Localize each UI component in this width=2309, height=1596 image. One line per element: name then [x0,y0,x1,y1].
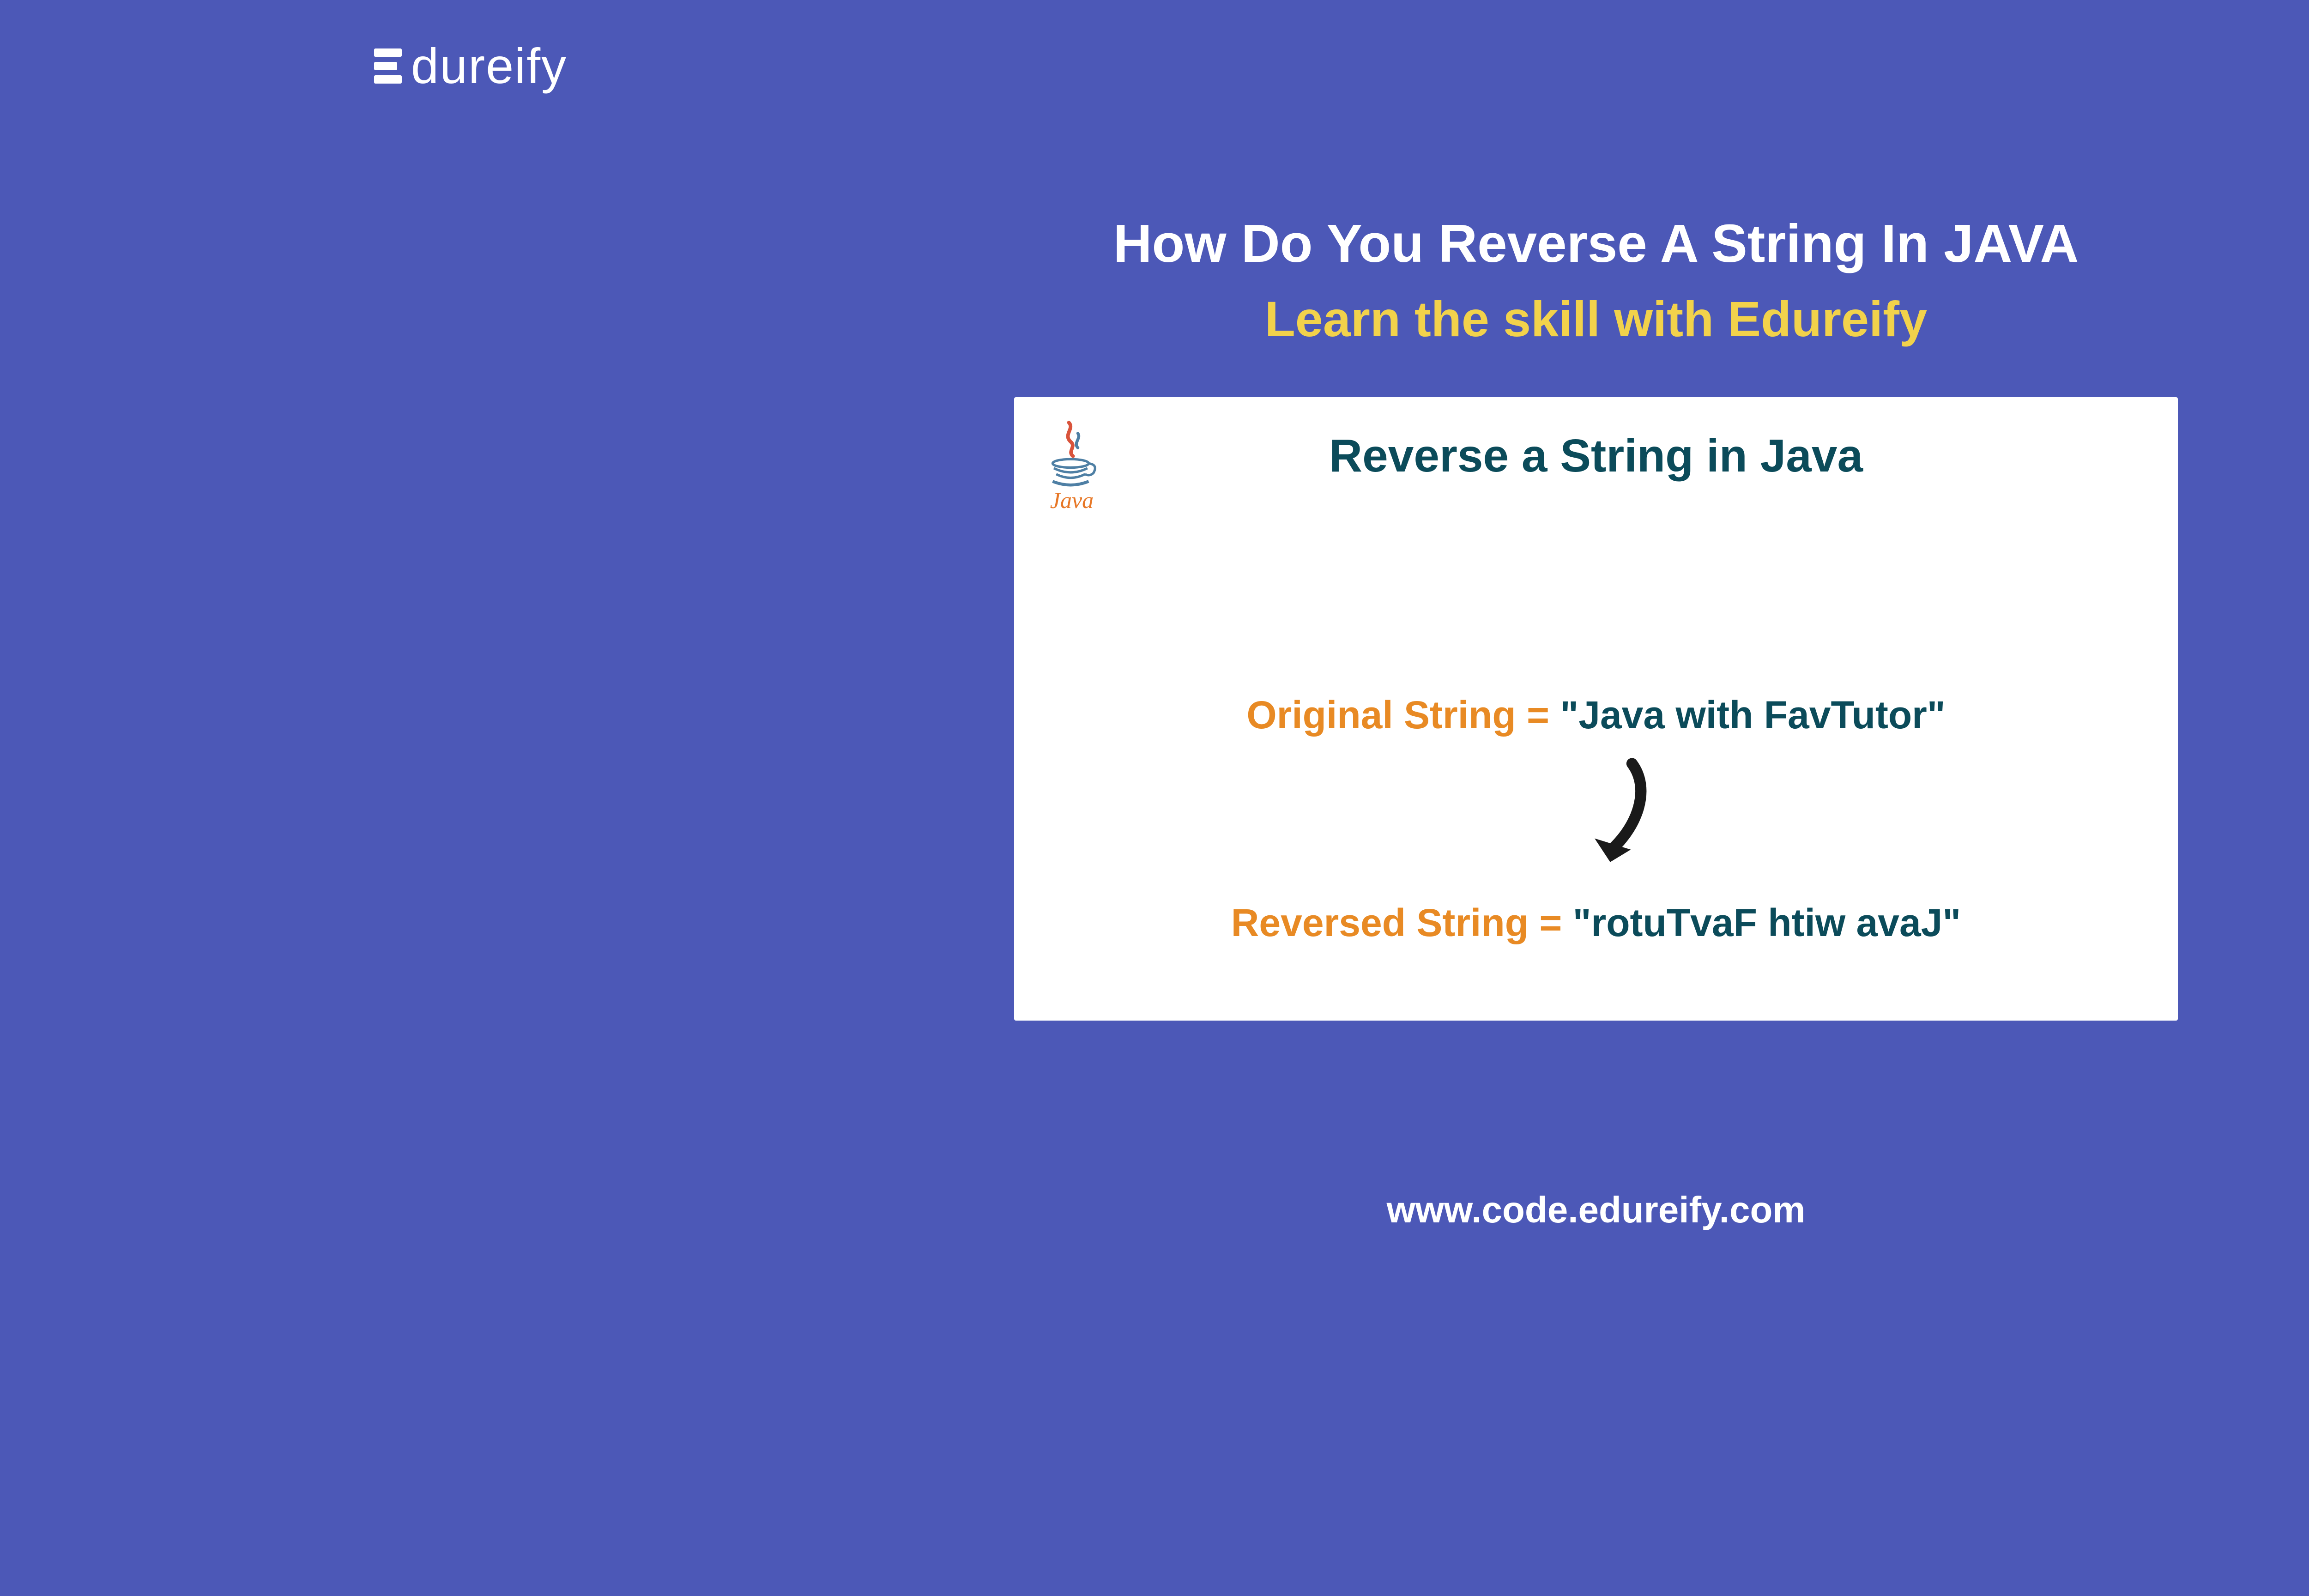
reversed-label: Reversed String = [1231,901,1573,944]
footer-url: www.code.edureify.com [332,1189,2309,1231]
brand-name: dureify [411,37,567,95]
reversed-string-row: Reversed String = "rotuTvaF htiw avaJ" [1014,901,2178,945]
java-label: Java [1042,487,1102,514]
example-card: Java Reverse a String in Java Original S… [1014,397,2178,1021]
slide-canvas: dureify How Do You Reverse A String In J… [332,0,2309,1264]
original-value: "Java with FavTutor" [1560,693,1945,737]
down-arrow-icon [1580,757,1659,882]
page-title: How Do You Reverse A String In JAVA [332,212,2309,274]
logo-bars-icon [374,48,402,84]
card-title: Reverse a String in Java [1014,429,2178,483]
reversed-value: "rotuTvaF htiw avaJ" [1573,901,1961,944]
page-subtitle: Learn the skill with Edureify [332,290,2309,348]
original-string-row: Original String = "Java with FavTutor" [1014,693,2178,738]
brand-logo: dureify [374,37,567,95]
original-label: Original String = [1246,693,1560,737]
